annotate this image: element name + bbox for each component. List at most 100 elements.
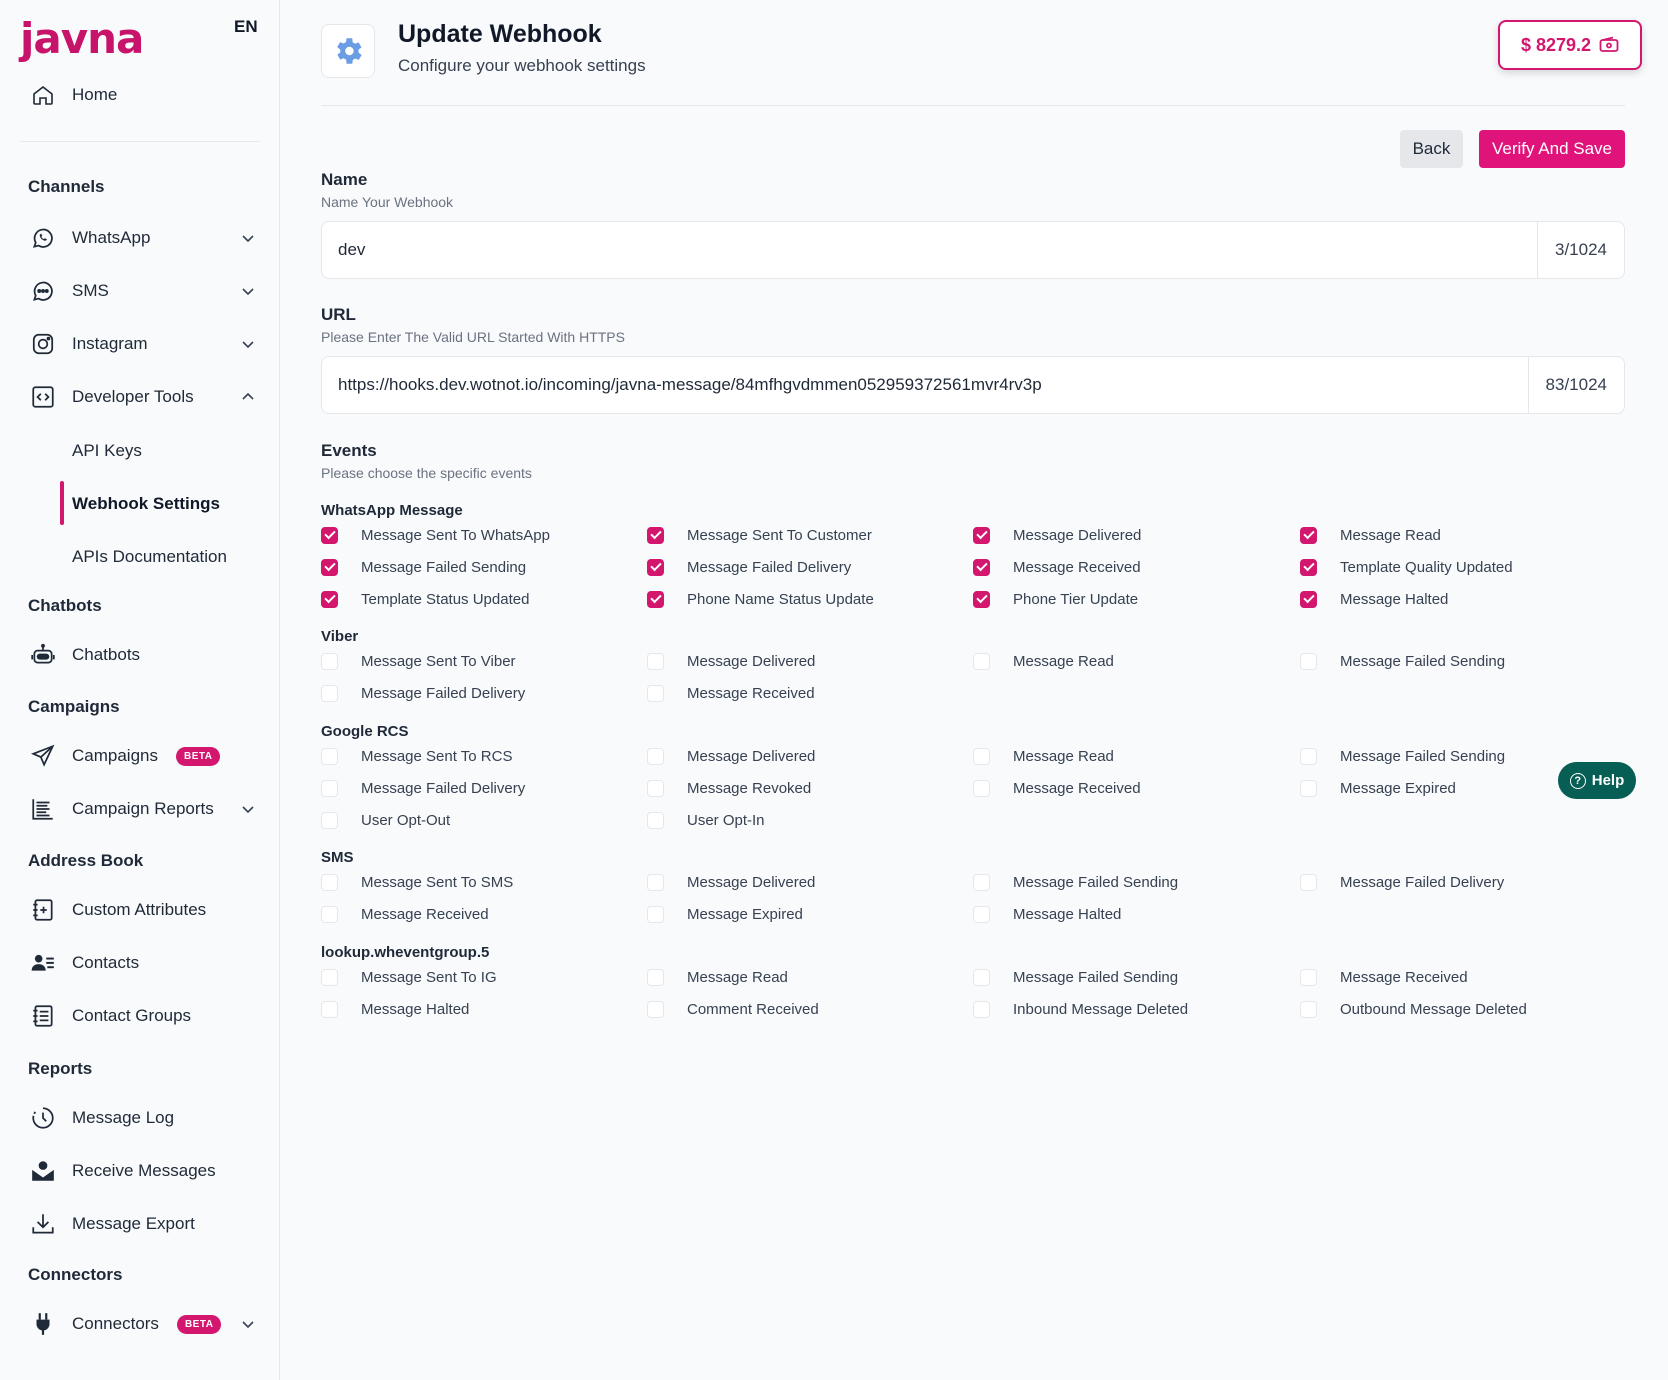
sidebar-item-message-log[interactable]: Message Log: [28, 1098, 258, 1138]
sidebar-item-chatbots[interactable]: Chatbots: [28, 635, 258, 675]
event-option[interactable]: Message Sent To Customer: [647, 524, 872, 546]
event-option[interactable]: Message Received: [973, 777, 1141, 799]
checkbox-unchecked[interactable]: [321, 873, 338, 891]
checkbox-unchecked[interactable]: [973, 652, 990, 670]
sidebar-item-campaign-reports[interactable]: Campaign Reports: [28, 789, 258, 829]
checkbox-checked[interactable]: [973, 526, 990, 544]
checkbox-unchecked[interactable]: [647, 968, 664, 986]
event-option[interactable]: Outbound Message Deleted: [1300, 998, 1527, 1020]
event-option[interactable]: Template Status Updated: [321, 588, 529, 610]
checkbox-checked[interactable]: [647, 558, 664, 576]
event-option[interactable]: Message Failed Sending: [1300, 745, 1505, 767]
checkbox-unchecked[interactable]: [647, 779, 664, 797]
sidebar-item-custom-attributes[interactable]: Custom Attributes: [28, 890, 258, 930]
sidebar-item-campaigns[interactable]: Campaigns BETA: [28, 736, 258, 776]
checkbox-checked[interactable]: [321, 558, 338, 576]
checkbox-unchecked[interactable]: [1300, 873, 1317, 891]
help-button[interactable]: ? Help: [1558, 762, 1636, 799]
event-option[interactable]: Message Received: [321, 903, 489, 925]
event-option[interactable]: Message Halted: [321, 998, 469, 1020]
sidebar-item-developer-tools[interactable]: Developer Tools: [28, 377, 258, 417]
checkbox-unchecked[interactable]: [321, 811, 338, 829]
chevron-down-icon[interactable]: [238, 281, 258, 301]
event-option[interactable]: Message Failed Delivery: [647, 556, 851, 578]
sidebar-item-connectors[interactable]: Connectors BETA: [28, 1304, 258, 1344]
event-option[interactable]: Message Delivered: [647, 745, 815, 767]
checkbox-unchecked[interactable]: [647, 747, 664, 765]
event-option[interactable]: Message Delivered: [973, 524, 1141, 546]
checkbox-unchecked[interactable]: [321, 684, 338, 702]
sidebar-item-webhook-settings[interactable]: Webhook Settings: [72, 494, 220, 514]
sidebar-item-home[interactable]: Home: [28, 75, 258, 115]
event-option[interactable]: Message Failed Sending: [1300, 650, 1505, 672]
event-option[interactable]: Comment Received: [647, 998, 819, 1020]
checkbox-unchecked[interactable]: [973, 747, 990, 765]
checkbox-unchecked[interactable]: [647, 905, 664, 923]
checkbox-unchecked[interactable]: [973, 779, 990, 797]
event-option[interactable]: User Opt-In: [647, 809, 765, 831]
checkbox-unchecked[interactable]: [321, 779, 338, 797]
verify-and-save-button[interactable]: Verify And Save: [1479, 130, 1625, 168]
event-option[interactable]: Message Failed Sending: [973, 871, 1178, 893]
checkbox-checked[interactable]: [973, 558, 990, 576]
checkbox-unchecked[interactable]: [321, 1000, 338, 1018]
chevron-down-icon[interactable]: [238, 1314, 258, 1334]
event-option[interactable]: Message Failed Delivery: [321, 682, 525, 704]
chevron-down-icon[interactable]: [238, 334, 258, 354]
event-option[interactable]: Message Received: [647, 682, 815, 704]
sidebar-item-api-keys[interactable]: API Keys: [72, 441, 142, 461]
event-option[interactable]: Message Sent To RCS: [321, 745, 512, 767]
back-button[interactable]: Back: [1400, 130, 1463, 168]
checkbox-checked[interactable]: [973, 590, 990, 608]
checkbox-checked[interactable]: [647, 526, 664, 544]
event-option[interactable]: Message Delivered: [647, 650, 815, 672]
checkbox-unchecked[interactable]: [321, 968, 338, 986]
event-option[interactable]: Message Failed Delivery: [1300, 871, 1504, 893]
checkbox-unchecked[interactable]: [321, 652, 338, 670]
checkbox-unchecked[interactable]: [647, 873, 664, 891]
checkbox-unchecked[interactable]: [973, 1000, 990, 1018]
event-option[interactable]: Message Received: [1300, 966, 1468, 988]
checkbox-unchecked[interactable]: [321, 747, 338, 765]
checkbox-checked[interactable]: [647, 590, 664, 608]
event-option[interactable]: Message Read: [973, 745, 1114, 767]
name-input[interactable]: [322, 222, 1537, 278]
checkbox-unchecked[interactable]: [973, 873, 990, 891]
sidebar-item-instagram[interactable]: Instagram: [28, 324, 258, 364]
balance-badge[interactable]: $ 8279.2: [1498, 20, 1642, 70]
event-option[interactable]: Message Sent To Viber: [321, 650, 516, 672]
url-input[interactable]: [322, 357, 1528, 413]
event-option[interactable]: Message Read: [647, 966, 788, 988]
checkbox-unchecked[interactable]: [647, 684, 664, 702]
event-option[interactable]: User Opt-Out: [321, 809, 450, 831]
checkbox-unchecked[interactable]: [1300, 779, 1317, 797]
sidebar-item-contacts[interactable]: Contacts: [28, 943, 258, 983]
event-option[interactable]: Template Quality Updated: [1300, 556, 1513, 578]
event-option[interactable]: Message Halted: [973, 903, 1121, 925]
event-option[interactable]: Message Read: [1300, 524, 1441, 546]
chevron-up-icon[interactable]: [238, 387, 258, 407]
checkbox-checked[interactable]: [1300, 558, 1317, 576]
checkbox-unchecked[interactable]: [1300, 652, 1317, 670]
event-option[interactable]: Message Read: [973, 650, 1114, 672]
checkbox-checked[interactable]: [321, 526, 338, 544]
sidebar-item-message-export[interactable]: Message Export: [28, 1204, 258, 1244]
sidebar-item-whatsapp[interactable]: WhatsApp: [28, 218, 258, 258]
checkbox-unchecked[interactable]: [647, 652, 664, 670]
event-option[interactable]: Message Delivered: [647, 871, 815, 893]
event-option[interactable]: Message Received: [973, 556, 1141, 578]
event-option[interactable]: Message Failed Sending: [321, 556, 526, 578]
event-option[interactable]: Message Sent To IG: [321, 966, 497, 988]
event-option[interactable]: Message Failed Sending: [973, 966, 1178, 988]
checkbox-unchecked[interactable]: [647, 811, 664, 829]
event-option[interactable]: Message Failed Delivery: [321, 777, 525, 799]
event-option[interactable]: Message Expired: [1300, 777, 1456, 799]
sidebar-item-sms[interactable]: SMS: [28, 271, 258, 311]
checkbox-checked[interactable]: [1300, 526, 1317, 544]
chevron-down-icon[interactable]: [238, 799, 258, 819]
checkbox-unchecked[interactable]: [973, 905, 990, 923]
checkbox-unchecked[interactable]: [1300, 1000, 1317, 1018]
event-option[interactable]: Message Sent To WhatsApp: [321, 524, 550, 546]
sidebar-item-apis-documentation[interactable]: APIs Documentation: [72, 547, 227, 567]
checkbox-unchecked[interactable]: [647, 1000, 664, 1018]
